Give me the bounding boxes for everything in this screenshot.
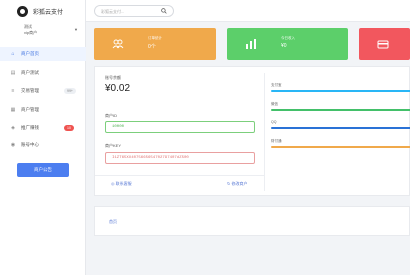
notice-panel: 首页 [94,206,410,236]
sidebar-item-label: 商户管理 [21,107,39,112]
channel-bar [271,146,410,148]
sidebar-item-test[interactable]: ▤ 商户测试 [0,66,86,80]
sidebar-item-label: 推广赚钱 [21,125,39,130]
user-icon: ◉ [10,142,16,148]
brand-logo[interactable]: 彩狐云支付 [0,0,86,22]
count-badge: 99+ [64,88,76,94]
channel-bar [271,90,410,92]
search-placeholder: 彩狐云支付... [101,9,125,14]
channel-bar [271,127,410,129]
user-menu[interactable]: 测试 vip商户 ▼ [0,22,86,40]
channel-label: 财付通 [271,139,282,143]
card-icon [377,40,389,49]
contact-support-link[interactable]: ◎ 联系客服 [111,181,132,187]
channel-bar [271,109,410,111]
balance-value: ¥0.02 [105,83,131,94]
key-field[interactable]: I1ZT65XU4075665654702797407dZ500 [105,152,255,164]
topbar: 彩狐云支付... [86,0,410,22]
account-panel: 账号余额 ¥0.02 商户ID 10000 商户KEY I1ZT65XU4075… [94,66,410,196]
user-role: vip商户 [24,30,38,35]
users-icon [112,39,124,49]
search-input[interactable]: 彩狐云支付... [94,5,174,17]
count-badge: 10 [64,125,74,131]
sidebar-item-label: 商户测试 [21,70,39,75]
balance-label: 账号余额 [105,75,121,80]
divider [95,175,264,176]
stat-card-orders[interactable]: 订单统计 0个 [94,28,216,60]
key-label: 商户KEY [105,143,122,148]
shop-icon: ▦ [10,107,16,113]
action-label: 联系客服 [115,181,132,186]
sidebar-item-transactions[interactable]: ≡ 交易管理 99+ [0,84,86,98]
github-icon [17,5,28,17]
chevron-down-icon: ▼ [74,27,78,32]
chart-icon [246,39,256,49]
channel-label: 支付宝 [271,83,282,87]
divider [264,73,265,191]
sidebar-item-promote[interactable]: ◈ 推广赚钱 10 [0,121,86,135]
sidebar-item-home[interactable]: ⌂ 商户首页 [0,47,86,61]
sidebar-item-merchant[interactable]: ▦ 商户管理 [0,103,86,117]
list-icon: ≡ [11,88,15,94]
brand-name: 彩狐云支付 [33,9,64,16]
stat-value: ¥0 [281,43,287,49]
channel-label: QQ [271,120,277,124]
action-label: 修改商户 [231,181,248,186]
doc-icon: ▤ [10,70,16,76]
stat-value: 0个 [148,44,156,50]
sidebar-item-label: 商户首页 [21,51,39,56]
stat-card-income[interactable]: 今日收入 ¥0 [227,28,348,60]
pid-label: 商户ID [105,113,117,118]
stat-card-third[interactable] [359,28,410,60]
sidebar-item-label: 账号中心 [21,142,39,147]
merchant-notice-button[interactable]: 商户公告 [17,163,69,177]
edit-merchant-link[interactable]: ↻ 修改商户 [227,181,247,187]
home-icon: ⌂ [11,51,15,57]
share-icon: ◈ [11,125,15,131]
stat-title: 今日收入 [281,36,295,40]
stat-title: 订单统计 [148,36,162,40]
sidebar: 彩狐云支付 测试 vip商户 ▼ ⌂ 商户首页 ▤ 商户测试 ≡ 交易管理 99… [0,0,86,275]
channel-label: 微信 [271,102,278,106]
sidebar-item-label: 交易管理 [21,88,39,93]
home-link[interactable]: 首页 [109,219,117,225]
search-icon[interactable] [161,8,167,14]
pid-field[interactable]: 10000 [105,121,255,133]
sidebar-item-account[interactable]: ◉ 账号中心 [0,138,86,152]
